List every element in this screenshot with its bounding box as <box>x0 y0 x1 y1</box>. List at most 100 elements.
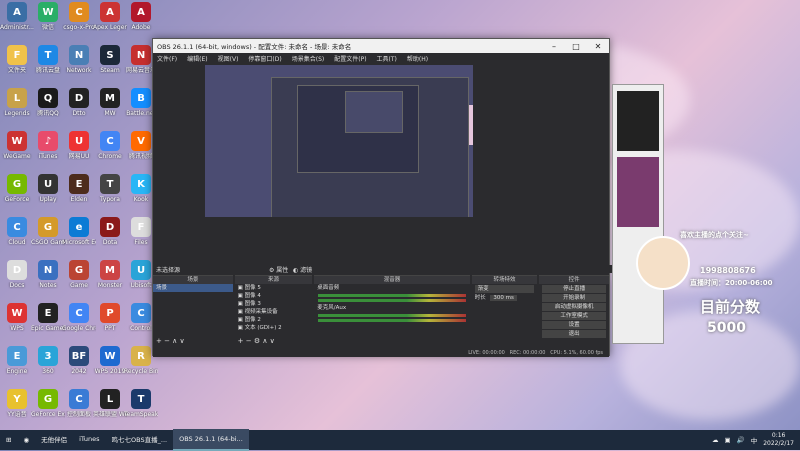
obs-window[interactable]: OBS 26.1.1 (64-bit, windows) - 配置文件: 未命名… <box>152 38 612 357</box>
menu-item[interactable]: 场景集合(S) <box>292 54 325 63</box>
minimize-icon[interactable]: – <box>543 42 565 51</box>
desktop-icon[interactable]: F 文件夹 <box>2 45 32 74</box>
desktop-icon[interactable]: C Chrome <box>95 131 125 160</box>
maximize-icon[interactable]: □ <box>565 42 587 51</box>
desktop-icon[interactable]: N Network <box>64 45 94 74</box>
anime-avatar <box>636 236 690 290</box>
desktop-icon[interactable]: N Notes <box>33 260 63 289</box>
source-add-icon[interactable]: + − ⚙ ∧ ∨ <box>238 337 275 345</box>
menu-item[interactable]: 帮助(H) <box>407 54 428 63</box>
control-button[interactable]: 设置 <box>542 321 606 329</box>
menu-item[interactable]: 文件(F) <box>157 54 177 63</box>
desktop-icon[interactable]: G GeForce Experience <box>31 389 65 418</box>
desktop-icon[interactable]: D Dtto <box>64 88 94 117</box>
network-icon[interactable]: ▣ <box>724 436 730 444</box>
close-icon[interactable]: ✕ <box>587 42 609 51</box>
desktop-icon[interactable]: E Elden <box>64 174 94 203</box>
desktop-icon[interactable]: W WeGame <box>2 131 32 160</box>
control-button[interactable]: 开始录制 <box>542 294 606 302</box>
menu-item[interactable]: 配置文件(P) <box>334 54 366 63</box>
desktop-icon[interactable]: C Cloud <box>2 217 32 246</box>
app-icon: W <box>7 131 27 151</box>
desktop-icon-label: Notes <box>39 282 57 289</box>
app-icon: M <box>100 88 120 108</box>
taskbar-app[interactable]: iTunes <box>73 429 105 449</box>
desktop-icon[interactable]: A Adobe <box>126 2 156 31</box>
desktop-icon[interactable]: E Epic Games Launcher <box>31 303 65 332</box>
desktop-icon[interactable]: S Steam <box>95 45 125 74</box>
desktop-icon[interactable]: 3 360 <box>33 346 63 375</box>
start-icon[interactable]: ⊞ <box>0 430 17 450</box>
desktop-icon[interactable]: L Legends <box>2 88 32 117</box>
taskbar-app[interactable]: 无他伴侣 <box>35 429 73 449</box>
desktop-icon[interactable]: Y YY语音 <box>2 389 32 418</box>
language-indicator[interactable]: 中 <box>751 435 758 445</box>
source-item[interactable]: ▣ 图像 5 <box>235 284 313 292</box>
desktop-icon[interactable]: U Uplay <box>33 174 63 203</box>
desktop-icon[interactable]: D Docs <box>2 260 32 289</box>
desktop-icon[interactable]: W 微信 <box>33 2 63 31</box>
desktop-icon[interactable]: Ccsgo-x-Pro <box>63 2 95 31</box>
menu-item[interactable]: 停靠窗口(D) <box>248 54 281 63</box>
duration-input[interactable]: 300 ms <box>490 295 517 301</box>
desktop-icon-label: PPT <box>104 325 116 332</box>
desktop-icon[interactable]: E Engine <box>2 346 32 375</box>
desktop-icon[interactable]: BF 2042 <box>64 346 94 375</box>
menu-item[interactable]: 视图(V) <box>218 54 239 63</box>
menu-item[interactable]: 工具(T) <box>377 54 397 63</box>
app-icon: 3 <box>38 346 58 366</box>
source-item[interactable]: ▣ 图像 4 <box>235 292 313 300</box>
desktop-icon[interactable]: A Administr... <box>0 2 34 31</box>
desktop-icon[interactable]: A Apex Legends <box>93 2 127 31</box>
desktop-icon-label: Apex Legends <box>93 24 127 31</box>
live-companion-panel[interactable] <box>612 84 664 344</box>
desktop-icon[interactable]: M Monster <box>95 260 125 289</box>
filters-button[interactable]: ◐ 滤镜 <box>293 265 312 274</box>
desktop-icon-label: GeForce Experience <box>31 411 65 418</box>
clock[interactable]: 0:16 2022/2/17 <box>763 432 794 448</box>
control-button[interactable]: 启动虚拟摄像机 <box>542 303 606 311</box>
control-button[interactable]: 退出 <box>542 330 606 338</box>
obs-titlebar[interactable]: OBS 26.1.1 (64-bit, windows) - 配置文件: 未命名… <box>153 39 609 53</box>
source-item[interactable]: ▣ 图像 3 <box>235 300 313 308</box>
desktop-icon[interactable]: L 英雄联盟 WeGame <box>93 389 127 418</box>
properties-button[interactable]: ⚙ 属性 <box>269 265 288 274</box>
desktop-icon[interactable]: T Typora <box>95 174 125 203</box>
obs-preview[interactable] <box>205 65 473 217</box>
desktop-icon[interactable]: Q 腾讯QQ <box>33 88 63 117</box>
desktop-icon[interactable]: D Dota <box>95 217 125 246</box>
desktop-icon[interactable]: T TeamSpeak 3 <box>124 389 158 418</box>
desktop-icon[interactable]: e Microsoft Edge <box>62 217 96 246</box>
cloud-icon[interactable]: ☁ <box>712 436 719 444</box>
volume-icon[interactable]: 🔊 <box>737 436 745 444</box>
desktop-icon[interactable]: G Game <box>64 260 94 289</box>
scene-add-icon[interactable]: + − ∧ ∨ <box>156 337 185 345</box>
desktop-icon[interactable]: U 网易UU <box>64 131 94 160</box>
desktop-icon[interactable]: P PPT <box>95 303 125 332</box>
clock-date: 2022/2/17 <box>763 440 794 447</box>
desktop-icon[interactable]: C 控制面板 <box>64 389 94 418</box>
app-icon: F <box>131 217 151 237</box>
desktop-icon[interactable]: T 腾讯云盘 <box>33 45 63 74</box>
desktop-icon[interactable]: W WPS <box>2 303 32 332</box>
desktop-icon[interactable]: W WPS 2019 <box>95 346 125 375</box>
steam-taskbar-icon[interactable]: ◉ <box>17 430 35 450</box>
source-item[interactable]: ▣ 视频采集设备 <box>235 308 313 316</box>
source-item[interactable]: ▣ 图像 2 <box>235 316 313 324</box>
desktop-icon[interactable]: ♪ iTunes <box>33 131 63 160</box>
taskbar-app[interactable]: 鸣七七OBS直播_... <box>106 429 174 449</box>
transition-select[interactable]: 渐变 <box>474 285 535 293</box>
menu-item[interactable]: 编辑(E) <box>187 54 207 63</box>
desktop-icon[interactable]: C Google Chrome <box>62 303 96 332</box>
preview-overlay <box>469 105 473 145</box>
desktop-icon[interactable]: G GeForce <box>2 174 32 203</box>
app-icon: C <box>69 303 89 323</box>
desktop-icon-label: Adobe <box>131 24 151 31</box>
control-button[interactable]: 工作室模式 <box>542 312 606 320</box>
source-item[interactable]: ▣ 文本 (GDI+) 2 <box>235 324 313 332</box>
control-button[interactable]: 停止直播 <box>542 285 606 293</box>
taskbar-app[interactable]: OBS 26.1.1 (64-bi... <box>173 429 249 451</box>
desktop-icon[interactable]: M MW <box>95 88 125 117</box>
scene-item[interactable]: 场景 <box>153 284 233 292</box>
desktop-icon[interactable]: G CSGO Game <box>31 217 65 246</box>
